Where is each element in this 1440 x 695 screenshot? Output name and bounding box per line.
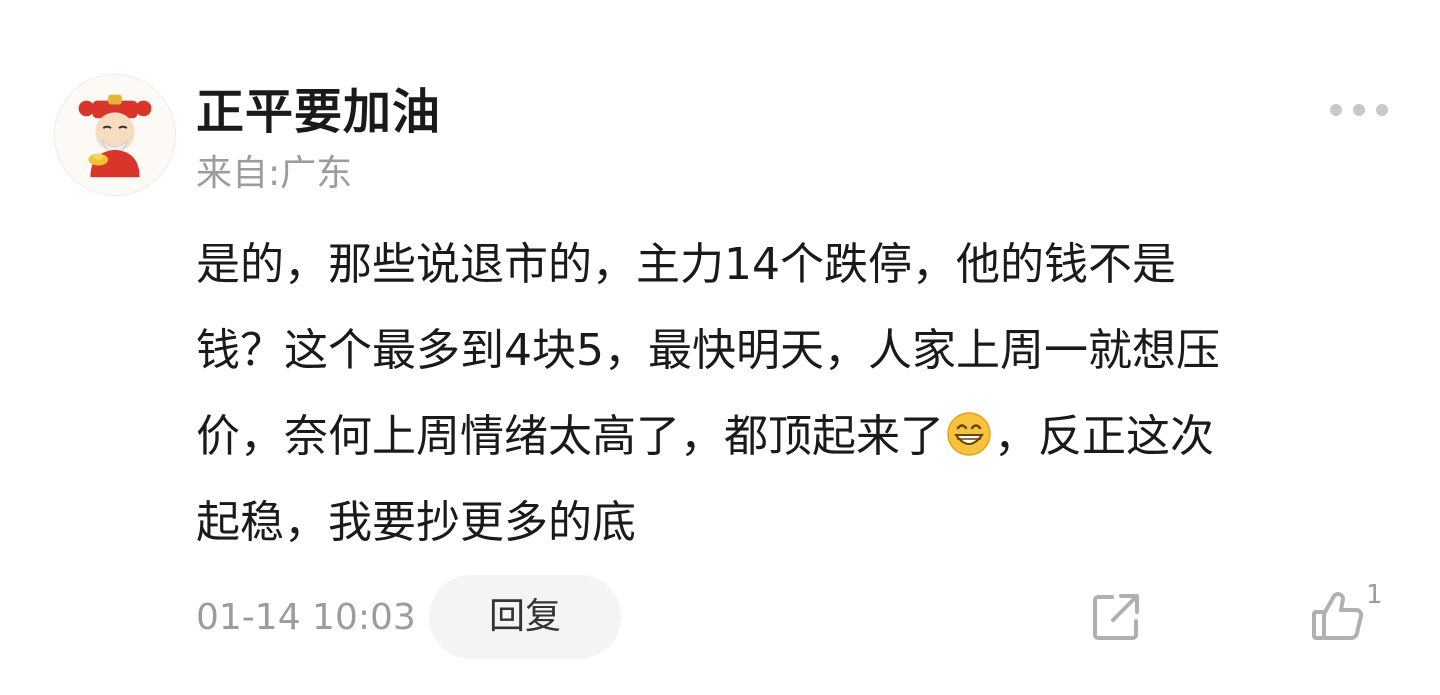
fortune-god-avatar-icon xyxy=(78,94,152,178)
comment-line: 起稳，我要抄更多的底 xyxy=(196,497,636,548)
thumbs-up-icon[interactable] xyxy=(1310,588,1366,644)
comment-line: 钱？这个最多到4块5，最快明天，人家上周一就想压 xyxy=(196,325,1220,376)
dot xyxy=(1330,104,1342,116)
comment-body: 是的，那些说退市的，主力14个跌停，他的钱不是 钱？这个最多到4块5，最快明天，… xyxy=(196,222,1396,566)
share-icon[interactable] xyxy=(1090,591,1142,643)
timestamp: 01-14 10:03 xyxy=(196,597,416,638)
reply-button[interactable]: 回复 xyxy=(429,575,621,659)
location-label: 来自:广东 xyxy=(196,153,353,194)
grinning-face-emoji-icon xyxy=(947,412,991,456)
more-dots-icon[interactable] xyxy=(1330,100,1388,120)
like-count: 1 xyxy=(1366,580,1383,610)
comment-line: 是的，那些说退市的，主力14个跌停，他的钱不是 xyxy=(196,239,1176,290)
dot xyxy=(1353,104,1365,116)
comment-line-part: ，反正这次 xyxy=(994,411,1214,462)
comment-line-part: 价，奈何上周情绪太高了，都顶起来了 xyxy=(196,411,944,462)
dot xyxy=(1376,104,1388,116)
username[interactable]: 正平要加油 xyxy=(196,80,441,144)
avatar[interactable] xyxy=(54,74,176,196)
comment-card: 正平要加油 来自:广东 是的，那些说退市的，主力14个跌停，他的钱不是 钱？这个… xyxy=(0,0,1440,695)
comment-line: 价，奈何上周情绪太高了，都顶起来了 ，反正这次 xyxy=(196,394,1396,480)
